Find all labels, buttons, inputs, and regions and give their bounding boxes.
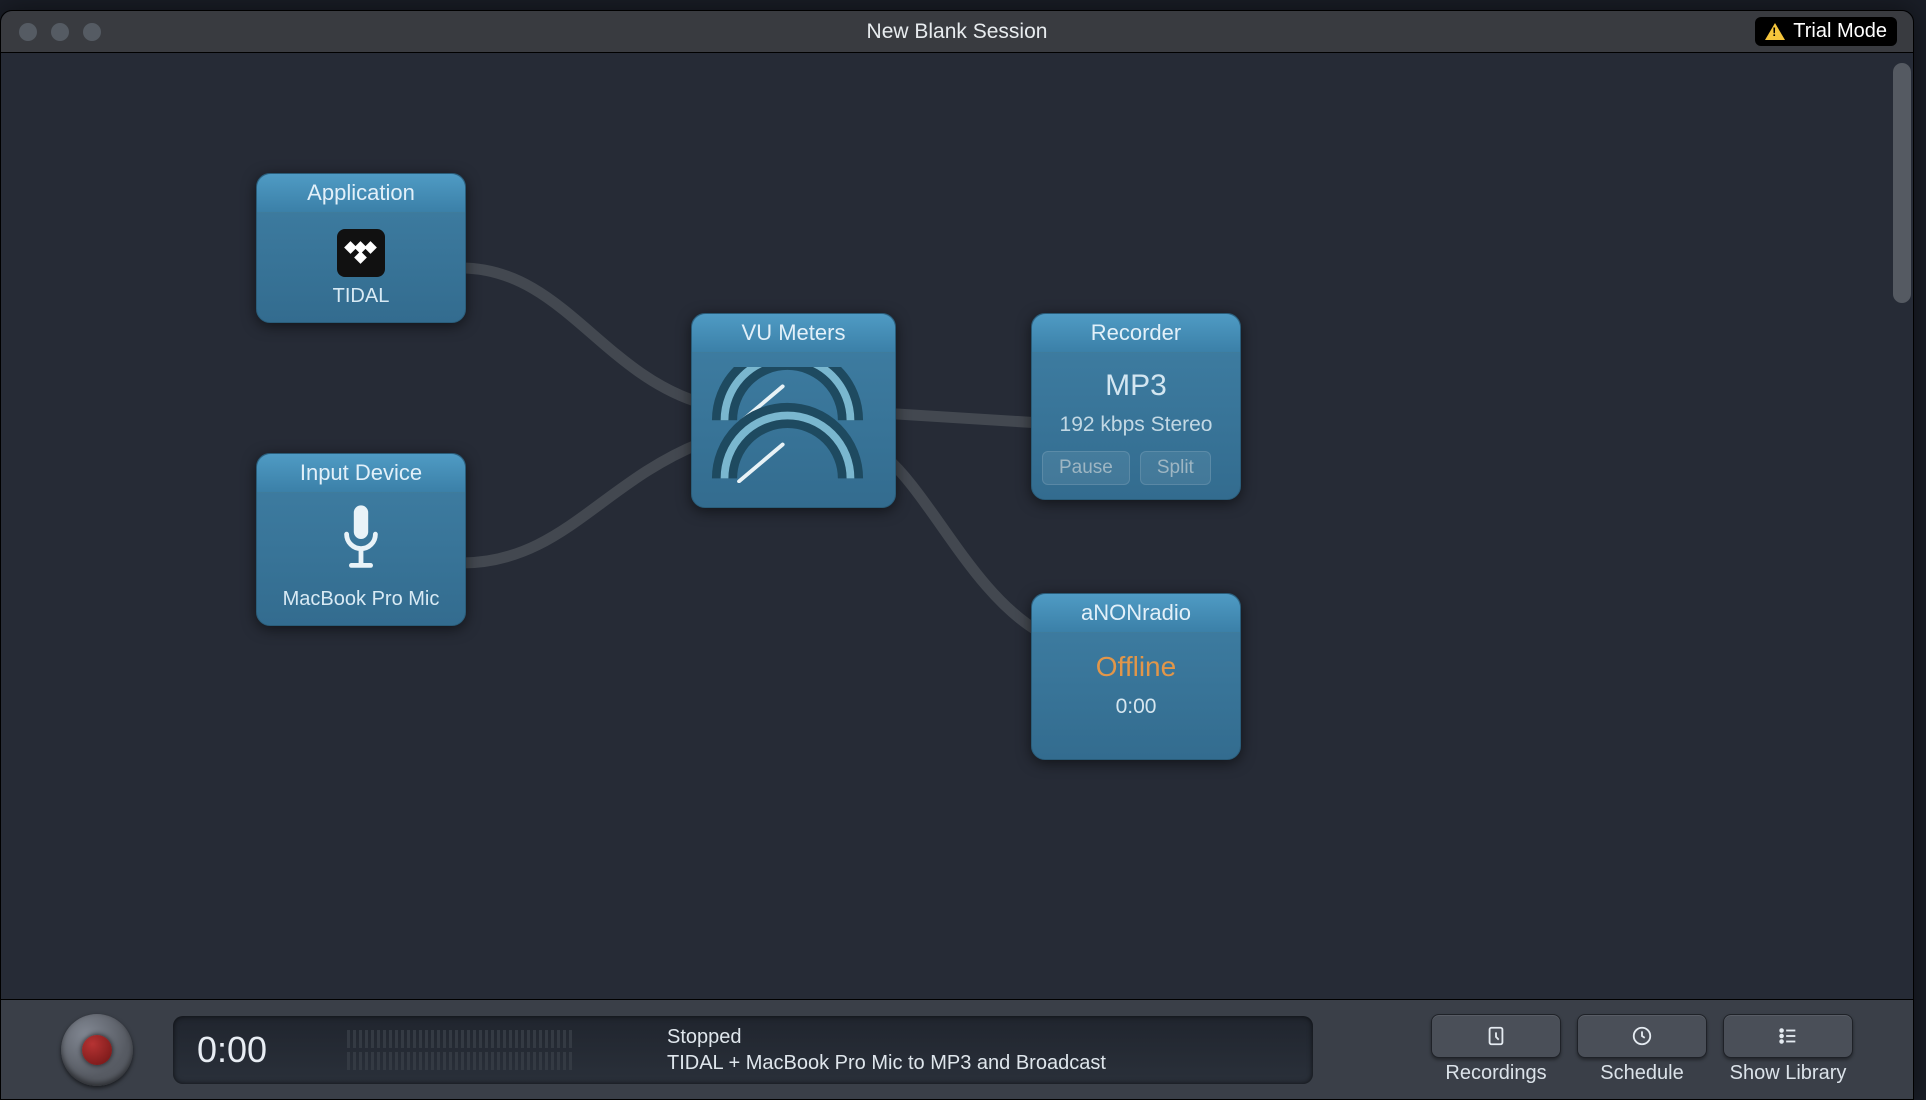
level-meter [347,1026,637,1074]
trial-mode-label: Trial Mode [1793,20,1887,43]
node-application-title: Application [257,174,465,213]
node-vu-meters-title: VU Meters [692,314,895,353]
broadcast-status: Offline [1096,651,1176,683]
node-recorder-title: Recorder [1032,314,1240,353]
recorder-split-button[interactable]: Split [1140,451,1211,485]
recorder-format: MP3 [1105,369,1167,403]
session-canvas[interactable]: Application TIDAL Input Device MacBook P… [1,53,1913,999]
node-application[interactable]: Application TIDAL [256,173,466,323]
show-library-button[interactable] [1723,1014,1853,1058]
recordings-icon [1485,1025,1507,1047]
transport-chain: TIDAL + MacBook Pro Mic to MP3 and Broad… [667,1050,1106,1076]
node-broadcast-title: aNONradio [1032,594,1240,633]
vu-meter-icon [692,353,895,489]
node-vu-meters[interactable]: VU Meters [691,313,896,508]
transport-display: 0:00 Stopped TIDAL + MacBook Pro Mic to … [173,1016,1313,1084]
warning-icon [1765,23,1785,40]
node-application-label: TIDAL [333,285,390,308]
list-icon [1777,1025,1799,1047]
node-input-device-title: Input Device [257,454,465,493]
schedule-button[interactable] [1577,1014,1707,1058]
recordings-label: Recordings [1445,1062,1546,1085]
transport-status-text: Stopped TIDAL + MacBook Pro Mic to MP3 a… [667,1024,1106,1076]
app-window: New Blank Session Trial Mode Application… [0,10,1914,1100]
node-input-device[interactable]: Input Device MacBook Pro Mic [256,453,466,626]
window-title: New Blank Session [1,20,1913,44]
transport-status: Stopped [667,1024,1106,1050]
recorder-pause-button[interactable]: Pause [1042,451,1130,485]
node-recorder[interactable]: Recorder MP3 192 kbps Stereo Pause Split [1031,313,1241,500]
record-button[interactable] [61,1014,133,1086]
recordings-button[interactable] [1431,1014,1561,1058]
node-input-device-label: MacBook Pro Mic [283,588,440,611]
trial-mode-badge[interactable]: Trial Mode [1755,17,1897,46]
transport-time: 0:00 [197,1029,347,1071]
schedule-label: Schedule [1600,1062,1683,1085]
minimize-button[interactable] [51,23,69,41]
clock-icon [1631,1025,1653,1047]
microphone-icon [336,503,386,580]
window-controls [19,23,101,41]
show-library-label: Show Library [1730,1062,1847,1085]
record-icon [82,1035,112,1065]
broadcast-time: 0:00 [1116,695,1157,719]
transport-toolbar: 0:00 Stopped TIDAL + MacBook Pro Mic to … [1,999,1913,1099]
recorder-quality: 192 kbps Stereo [1060,413,1213,437]
zoom-button[interactable] [83,23,101,41]
titlebar: New Blank Session Trial Mode [1,11,1913,53]
node-broadcast[interactable]: aNONradio Offline 0:00 [1031,593,1241,760]
vertical-scrollbar[interactable] [1893,63,1911,303]
close-button[interactable] [19,23,37,41]
tidal-icon [337,229,385,277]
